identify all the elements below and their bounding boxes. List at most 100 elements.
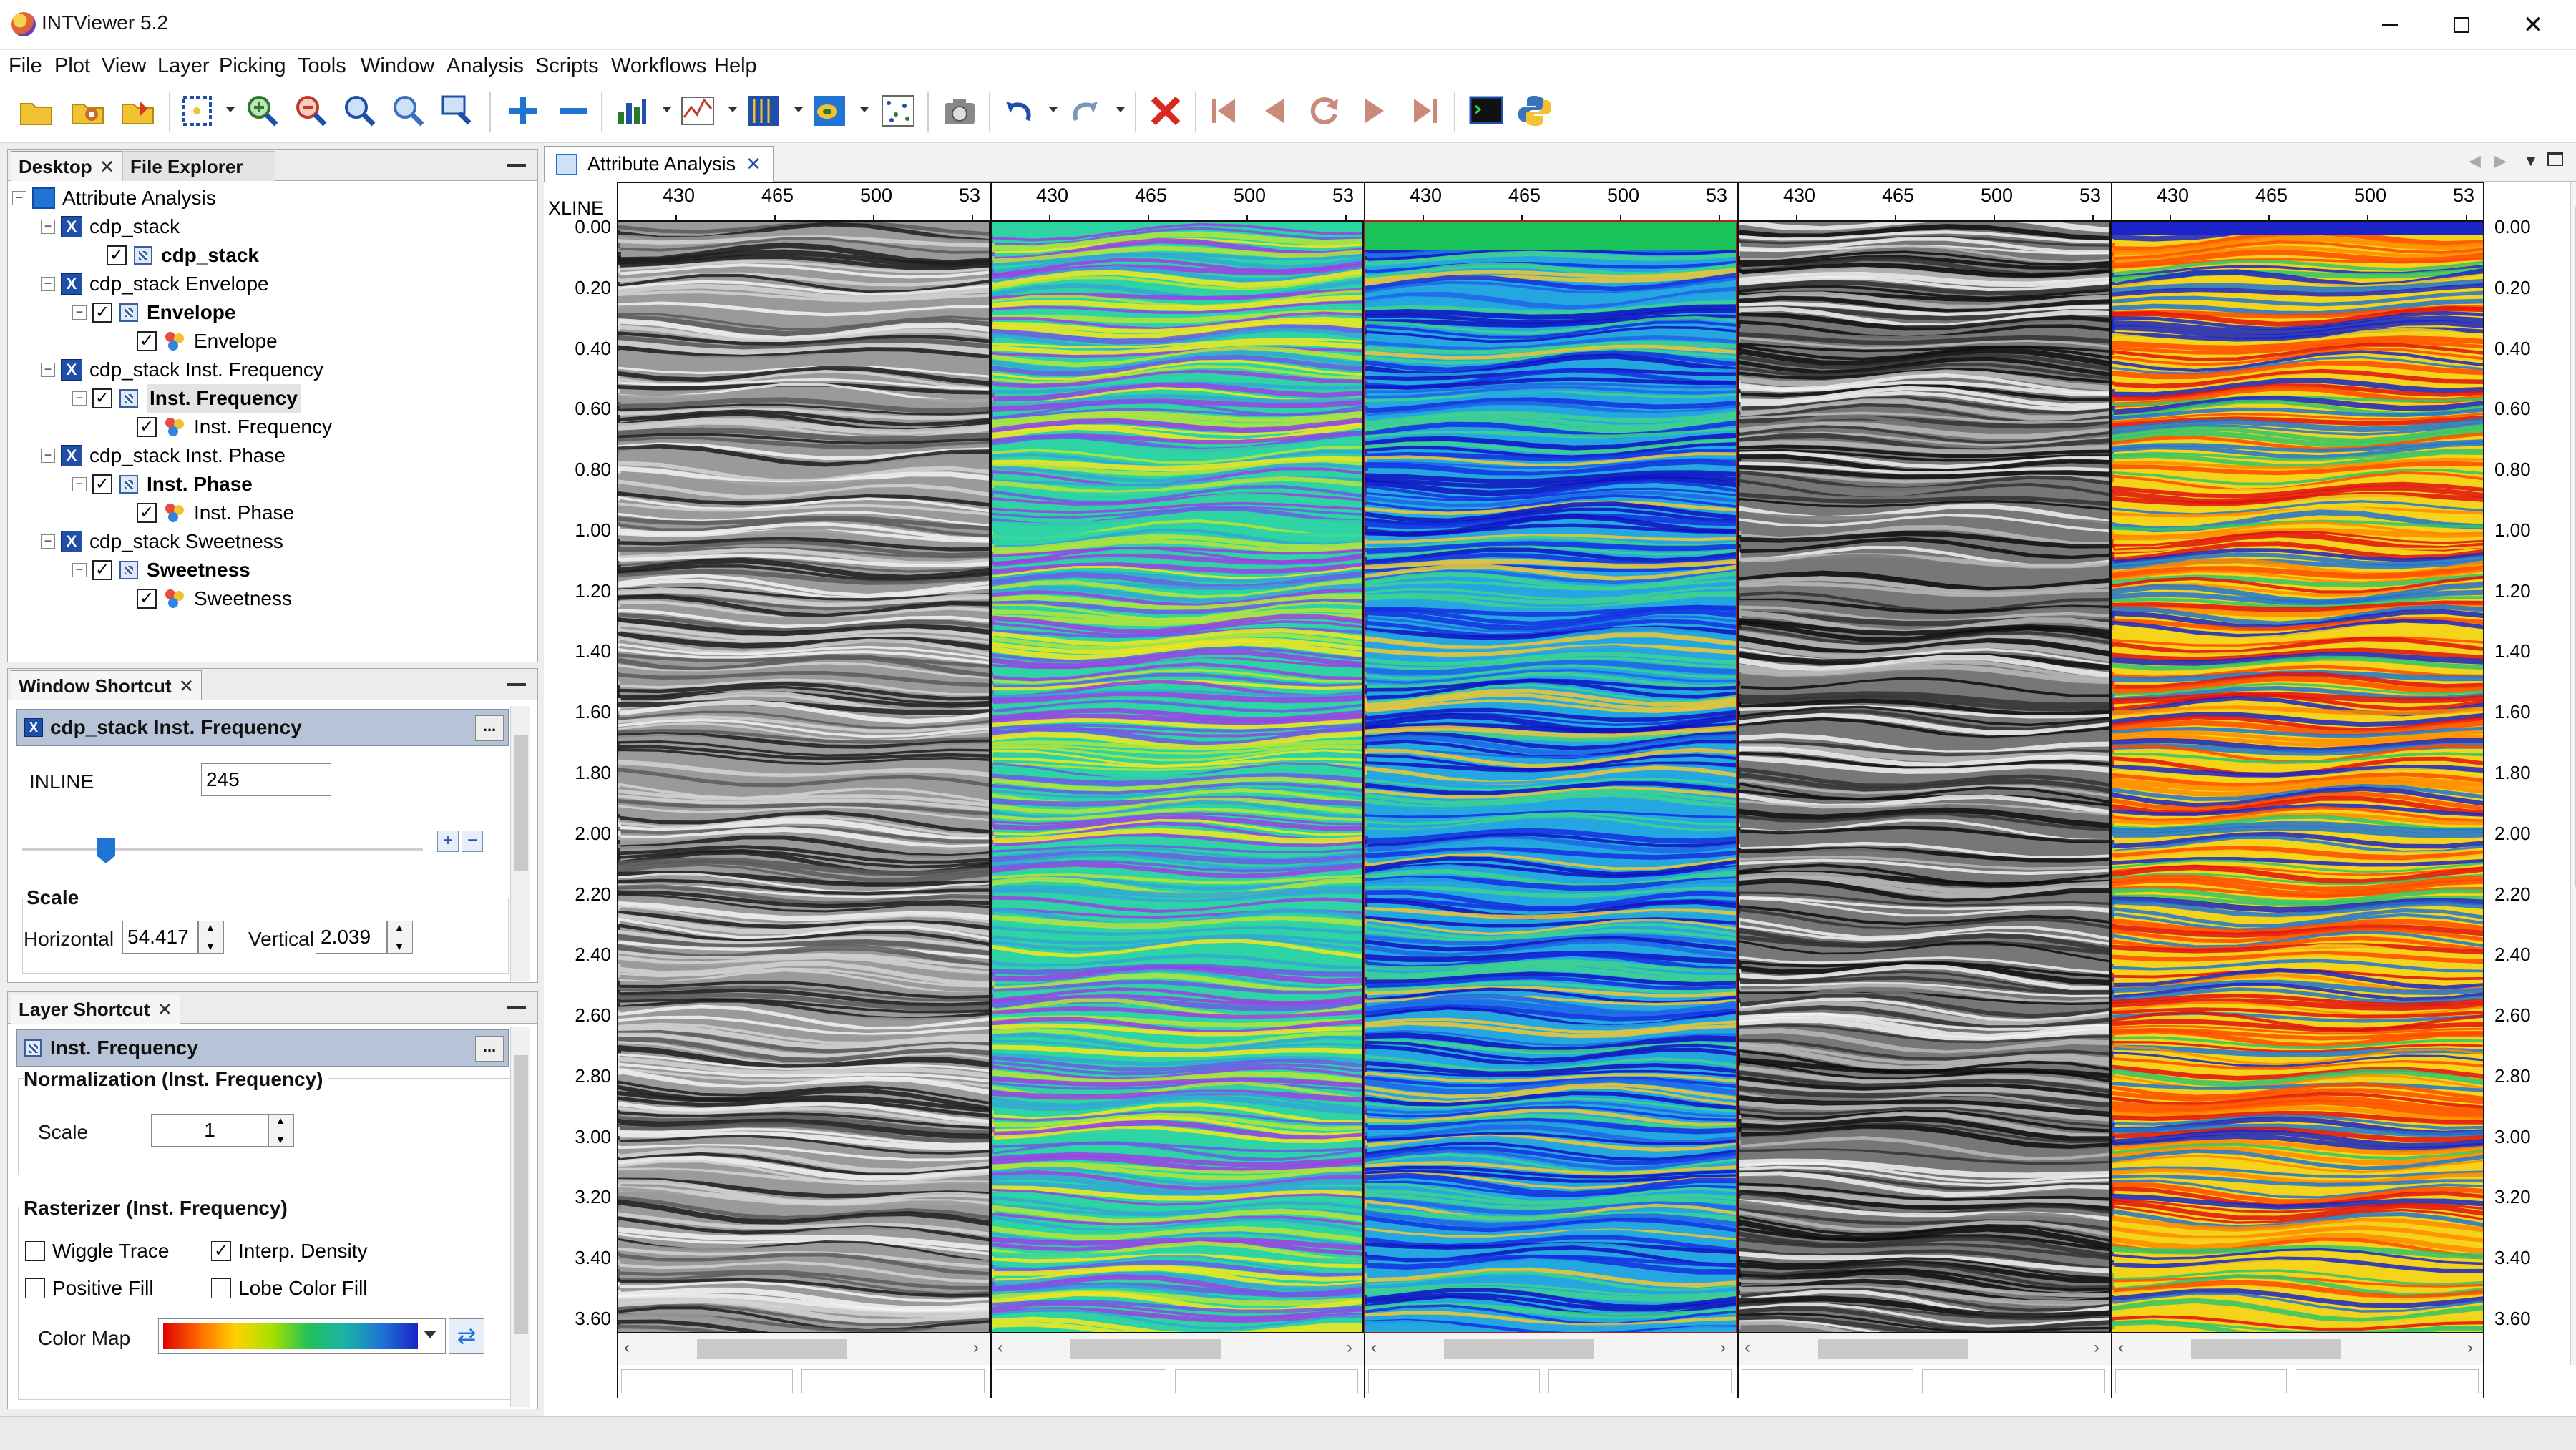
open-folder-icon[interactable] — [14, 89, 59, 133]
scroll-tabs-right-icon[interactable]: ▶ — [2494, 152, 2507, 170]
layer-visible-checkbox[interactable]: ✓ — [92, 474, 112, 494]
inline-slider[interactable] — [22, 835, 423, 863]
menu-plot[interactable]: Plot — [52, 53, 93, 79]
minimize-panel-icon[interactable] — [507, 683, 526, 686]
zoom-reset-icon[interactable] — [386, 89, 431, 133]
seismic-section-inst-phase[interactable] — [1737, 220, 2111, 1333]
layer-shortcut-scrollbar[interactable] — [510, 1027, 530, 1407]
collapse-icon[interactable]: − — [41, 449, 55, 463]
menu-workflows[interactable]: Workflows — [608, 53, 709, 79]
map-plot-icon[interactable] — [807, 89, 852, 133]
menu-scripts[interactable]: Scripts — [532, 53, 602, 79]
layer-options-button[interactable]: ... — [475, 1036, 504, 1062]
scroll-left-icon[interactable]: ‹ — [1371, 1338, 1377, 1358]
horizontal-scrollbar[interactable]: ‹ › — [2111, 1333, 2484, 1365]
camera-icon[interactable] — [937, 89, 982, 133]
wiggle-trace-option[interactable]: Wiggle Trace — [25, 1237, 169, 1265]
scroll-right-icon[interactable]: › — [1720, 1338, 1726, 1358]
tree-colormap-item[interactable]: ✓ Inst. Phase — [137, 499, 294, 527]
lobe-color-fill-checkbox[interactable] — [211, 1278, 231, 1298]
collapse-icon[interactable]: − — [72, 477, 87, 491]
minimize-panel-icon[interactable] — [507, 1006, 526, 1009]
interp-density-option[interactable]: ✓ Interp. Density — [211, 1237, 368, 1265]
scroll-left-icon[interactable]: ‹ — [624, 1338, 630, 1358]
colormap-visible-checkbox[interactable]: ✓ — [137, 331, 157, 351]
bar-chart-icon[interactable] — [610, 89, 654, 133]
zoom-in-icon[interactable] — [240, 89, 285, 133]
menu-layer[interactable]: Layer — [155, 53, 213, 79]
scale-spinner[interactable] — [268, 1114, 294, 1147]
open-settings-icon[interactable] — [66, 89, 110, 133]
seismic-plot-icon[interactable] — [741, 89, 786, 133]
interp-density-checkbox[interactable]: ✓ — [211, 1241, 231, 1261]
collapse-icon[interactable]: − — [41, 534, 55, 549]
collapse-icon[interactable]: − — [12, 191, 26, 205]
close-tab-icon[interactable]: ✕ — [99, 152, 115, 181]
minimize-panel-icon[interactable] — [507, 164, 526, 167]
colormap-visible-checkbox[interactable]: ✓ — [137, 589, 157, 609]
seismic-section-cdp-stack[interactable] — [617, 220, 990, 1333]
zoom-fit-icon[interactable] — [338, 89, 382, 133]
next-frame-icon[interactable] — [1352, 89, 1397, 133]
scroll-thumb[interactable] — [514, 735, 528, 871]
delete-icon[interactable] — [1143, 89, 1188, 133]
vertical-spinner[interactable] — [387, 921, 413, 954]
tree-window-item[interactable]: − Xcdp_stack Envelope — [41, 270, 269, 298]
line-chart-icon[interactable] — [675, 89, 720, 133]
scroll-right-icon[interactable]: › — [2467, 1338, 2473, 1358]
scroll-left-icon[interactable]: ‹ — [997, 1338, 1003, 1358]
scroll-thumb[interactable] — [514, 1055, 528, 1334]
undo-icon[interactable] — [996, 89, 1040, 133]
chevron-down-icon[interactable] — [424, 1331, 436, 1338]
positive-fill-checkbox[interactable] — [25, 1278, 45, 1298]
layer-visible-checkbox[interactable]: ✓ — [107, 245, 127, 265]
layer-visible-checkbox[interactable]: ✓ — [92, 560, 112, 580]
tab-list-icon[interactable]: ▼ — [2523, 152, 2539, 170]
lobe-color-fill-option[interactable]: Lobe Color Fill — [211, 1274, 368, 1303]
slider-plus-button[interactable]: + — [437, 831, 459, 852]
redo-icon[interactable] — [1063, 89, 1108, 133]
tab-file-explorer[interactable]: File Explorer — [122, 151, 275, 181]
tree-layer-item[interactable]: − ✓ Inst. Phase — [72, 470, 253, 499]
collapse-icon[interactable]: − — [41, 363, 55, 377]
tree-window-item[interactable]: − Xcdp_stack Inst. Frequency — [41, 356, 323, 384]
remove-icon[interactable] — [551, 89, 595, 133]
seismic-section-envelope[interactable] — [990, 220, 1364, 1333]
menu-tools[interactable]: Tools — [295, 53, 349, 79]
menu-analysis[interactable]: Analysis — [444, 53, 527, 79]
scroll-left-icon[interactable]: ‹ — [1745, 1338, 1750, 1358]
tree-colormap-item[interactable]: ✓ Inst. Frequency — [137, 413, 332, 441]
color-map-select[interactable] — [158, 1318, 446, 1354]
inline-input[interactable]: 245 — [201, 763, 331, 796]
zoom-rectangle-icon[interactable] — [435, 89, 479, 133]
seismic-section-inst-frequency[interactable] — [1364, 220, 1737, 1333]
scroll-tabs-left-icon[interactable]: ◀ — [2469, 152, 2481, 170]
minimize-button[interactable] — [2354, 0, 2426, 50]
scroll-thumb[interactable] — [1444, 1339, 1594, 1359]
add-icon[interactable] — [501, 89, 545, 133]
colormap-visible-checkbox[interactable]: ✓ — [137, 503, 157, 523]
refresh-icon[interactable] — [1302, 89, 1347, 133]
window-shortcut-scrollbar[interactable] — [510, 706, 530, 981]
tab-attribute-analysis[interactable]: Attribute Analysis ✕ — [544, 146, 774, 182]
horizontal-scrollbar[interactable]: ‹ › — [990, 1333, 1364, 1365]
collapse-icon[interactable]: − — [41, 220, 55, 234]
tab-desktop[interactable]: Desktop ✕ — [11, 151, 123, 181]
tree-window-item[interactable]: − Xcdp_stack Sweetness — [41, 527, 283, 556]
python-icon[interactable] — [1513, 89, 1557, 133]
horizontal-scrollbar[interactable]: ‹ › — [1737, 1333, 2111, 1365]
scroll-left-icon[interactable]: ‹ — [2118, 1338, 2124, 1358]
tree-root[interactable]: − Attribute Analysis — [12, 184, 216, 212]
menu-view[interactable]: View — [99, 53, 149, 79]
horizontal-spinner[interactable] — [198, 921, 224, 954]
menu-file[interactable]: File — [6, 53, 45, 79]
tree-window-item[interactable]: − Xcdp_stack Inst. Phase — [41, 441, 286, 470]
horizontal-input[interactable]: 54.417 — [122, 921, 198, 954]
menu-window[interactable]: Window — [358, 53, 437, 79]
collapse-icon[interactable]: − — [72, 391, 87, 406]
menu-picking[interactable]: Picking — [216, 53, 289, 79]
tree-layer-item[interactable]: ✓ cdp_stack — [107, 241, 259, 270]
zoom-out-icon[interactable] — [289, 89, 333, 133]
collapse-icon[interactable]: − — [72, 563, 87, 577]
tree-layer-item-selected[interactable]: − ✓ Inst. Frequency — [72, 384, 301, 413]
